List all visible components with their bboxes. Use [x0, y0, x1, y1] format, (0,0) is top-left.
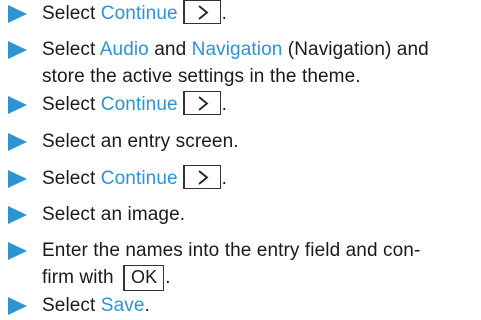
- step-text: and: [148, 39, 192, 60]
- step-text-line: Select Save.: [42, 292, 150, 320]
- step-text: firm with: [42, 267, 119, 288]
- step-text-line: Select Continue.: [42, 91, 227, 119]
- bullet-arrow-icon: [8, 242, 27, 260]
- step-text-line: Select Continue.: [42, 0, 227, 28]
- step-text: Enter the names into the entry field and…: [42, 240, 421, 261]
- step-text: .: [221, 3, 228, 24]
- bullet-arrow-icon: [8, 5, 27, 23]
- continue-key-symbol: [182, 0, 221, 24]
- step-text: store the active settings in the theme.: [42, 66, 361, 87]
- step-text: .: [165, 267, 171, 288]
- menu-item-reference: Save: [100, 295, 145, 316]
- chevron-right-icon: [198, 96, 209, 111]
- step-text: Select an image.: [42, 204, 186, 225]
- bullet-arrow-icon: [8, 96, 27, 114]
- bullet-arrow-icon: [8, 170, 27, 188]
- menu-item-reference: Continue: [100, 168, 178, 189]
- step-text: Select: [42, 168, 101, 189]
- step-text-line: Select an image.: [42, 201, 185, 229]
- step-text: Select: [42, 94, 101, 115]
- step-text-line: store the active settings in the theme.: [42, 63, 361, 91]
- step-text-line: Select Audio and Navigation (Navigation)…: [42, 36, 429, 64]
- step-text-line: Enter the names into the entry field and…: [42, 237, 420, 265]
- chevron-right-icon: [198, 5, 209, 20]
- bullet-arrow-icon: [8, 297, 27, 315]
- menu-item-reference: Continue: [100, 94, 178, 115]
- step-text-line: Select an entry screen.: [42, 128, 239, 156]
- step-text: .: [221, 94, 228, 115]
- step-text: .: [221, 168, 228, 189]
- step-text-line: firm with OK.: [42, 264, 171, 292]
- step-text-line: Select Continue.: [42, 165, 227, 193]
- step-text: Select an entry screen.: [42, 131, 239, 152]
- menu-item-reference: Audio: [99, 39, 149, 60]
- ok-key-symbol: OK: [123, 265, 165, 291]
- menu-item-reference: Navigation: [191, 39, 283, 60]
- continue-key-symbol: [182, 91, 221, 115]
- step-text: .: [144, 295, 150, 316]
- step-text: (Navigation) and: [282, 39, 429, 60]
- continue-key-symbol: [182, 165, 221, 189]
- step-text: Select: [42, 295, 101, 316]
- bullet-arrow-icon: [8, 41, 27, 59]
- step-text: Select: [42, 3, 101, 24]
- chevron-right-icon: [198, 170, 209, 185]
- bullet-arrow-icon: [8, 206, 27, 224]
- bullet-arrow-icon: [8, 133, 27, 151]
- step-text: Select: [42, 39, 100, 60]
- menu-item-reference: Continue: [100, 3, 178, 24]
